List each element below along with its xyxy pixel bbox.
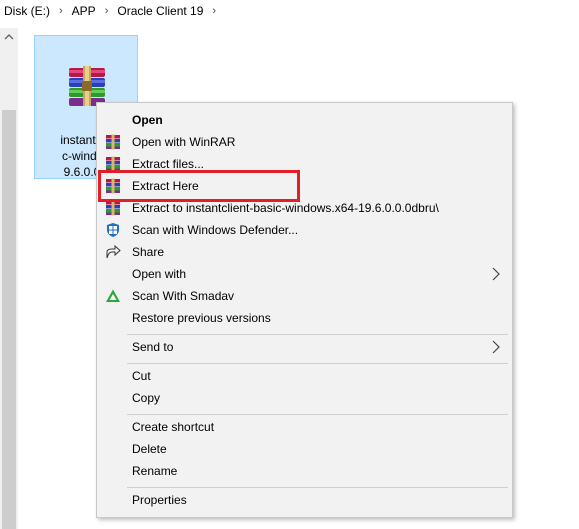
menu-item-extract-here[interactable]: Extract Here [99,175,510,197]
menu-item-label: Open with WinRAR [132,135,236,149]
menu-separator [127,414,508,415]
breadcrumb: Disk (E:) › APP › Oracle Client 19 › [0,0,579,22]
menu-item-label: Extract files... [132,157,205,171]
menu-item-label: Create shortcut [132,420,215,434]
menu-item-label: Scan with Windows Defender... [132,223,299,237]
menu-item-label: Open [132,113,163,127]
menu-item-label: Open with [132,267,187,281]
share-icon [106,244,121,259]
menu-item-label: Send to [132,340,174,354]
menu-item-label: Delete [132,442,167,456]
menu-item-label: Share [132,245,165,259]
menu-item-open-with[interactable]: Open with [99,263,510,285]
chevron-right-icon [492,267,500,281]
winrar-icon [106,156,120,172]
menu-item-label: Rename [132,464,178,478]
menu-item-scan-windows-defender[interactable]: Scan with Windows Defender... [99,219,510,241]
menu-item-label: Scan With Smadav [132,289,235,303]
menu-item-label: Copy [132,391,161,405]
winrar-icon [106,134,120,150]
menu-separator [127,487,508,488]
menu-item-share[interactable]: Share [99,241,510,263]
scrollbar-thumb[interactable] [2,110,16,529]
menu-item-restore-previous-versions[interactable]: Restore previous versions [99,307,510,329]
menu-item-open-with-winrar[interactable]: Open with WinRAR [99,131,510,153]
menu-item-scan-smadav[interactable]: Scan With Smadav [99,285,510,307]
menu-item-send-to[interactable]: Send to [99,336,510,358]
breadcrumb-separator-icon: › [212,5,217,17]
breadcrumb-separator-icon: › [59,5,63,17]
menu-item-label: Restore previous versions [132,311,271,325]
winrar-icon [106,178,120,194]
menu-item-extract-files[interactable]: Extract files... [99,153,510,175]
menu-item-copy[interactable]: Copy [99,387,510,409]
menu-item-label: Extract to instantclient-basic-windows.x… [132,201,439,215]
breadcrumb-app[interactable]: APP [72,4,96,18]
menu-item-delete[interactable]: Delete [99,438,510,460]
context-menu: Open Open with WinRAR Extract files... E… [96,102,513,518]
windows-defender-icon [107,223,119,237]
menu-item-open[interactable]: Open [99,109,510,131]
menu-item-create-shortcut[interactable]: Create shortcut [99,416,510,438]
menu-item-cut[interactable]: Cut [99,365,510,387]
menu-separator [127,363,508,364]
breadcrumb-separator-icon: › [104,5,109,17]
menu-separator [127,334,508,335]
menu-item-rename[interactable]: Rename [99,460,510,482]
menu-item-extract-to-folder[interactable]: Extract to instantclient-basic-windows.x… [99,197,510,219]
breadcrumb-oracle-client[interactable]: Oracle Client 19 [117,4,203,18]
winrar-icon [106,200,120,216]
breadcrumb-disk[interactable]: Disk (E:) [4,4,50,18]
menu-item-properties[interactable]: Properties [99,489,510,511]
smadav-icon [106,289,120,302]
menu-item-label: Properties [132,493,187,507]
scroll-up-arrow-icon[interactable] [0,28,18,46]
menu-item-label: Extract Here [132,179,199,193]
chevron-right-icon [492,340,500,354]
menu-item-label: Cut [132,369,151,383]
